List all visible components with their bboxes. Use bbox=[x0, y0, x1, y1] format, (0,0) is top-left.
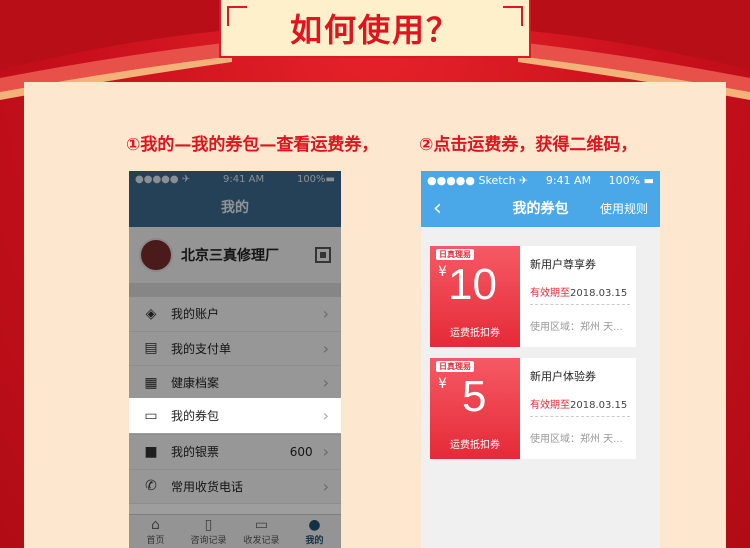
chevron-right-icon: › bbox=[322, 442, 329, 462]
status-bar: ●●●●● Sketch ✈ 9:41 AM 100% ▬ bbox=[421, 171, 660, 189]
coupon-card[interactable]: 日真理易 ¥ 10 运费抵扣券 新用户尊享券 有效期至2018.03.15 使用… bbox=[430, 246, 636, 347]
coupon-type: 运费抵扣券 bbox=[450, 440, 500, 451]
step2-instruction: ②点击运费券，获得二维码， bbox=[419, 135, 638, 155]
menu-item-silver-ticket[interactable]: ■ 我的银票 600 › bbox=[129, 435, 341, 470]
coupon-type: 运费抵扣券 bbox=[450, 328, 500, 339]
coupon-card[interactable]: 日真理易 ¥ 5 运费抵扣券 新用户体验券 有效期至2018.03.15 使用区… bbox=[430, 358, 636, 459]
expiry-label: 有效期至 bbox=[530, 288, 570, 299]
shipping-record-icon: ▭ bbox=[254, 517, 269, 533]
coupon-amount: 5 bbox=[462, 372, 487, 421]
tab-mine[interactable]: ● 我的 bbox=[288, 515, 341, 548]
qr-code-icon[interactable] bbox=[315, 247, 331, 263]
chevron-right-icon: › bbox=[322, 338, 329, 358]
tab-label: 收发记录 bbox=[243, 536, 280, 546]
step1-instruction: ①我的—我的券包—查看运费券， bbox=[126, 135, 379, 155]
coupon-area: 使用区域：郑州 天... bbox=[530, 322, 623, 333]
status-bar: ●●●●● ✈ 9:41 AM 100%▬ bbox=[129, 171, 341, 187]
health-file-icon: ▦ bbox=[144, 374, 158, 391]
expiry-date: 2018.03.15 bbox=[570, 400, 628, 411]
coupon-value-panel: 日真理易 ¥ 5 运费抵扣券 bbox=[430, 358, 520, 459]
divider bbox=[530, 304, 630, 305]
coupon-info: 新用户尊享券 有效期至2018.03.15 使用区域：郑州 天... bbox=[520, 246, 636, 347]
tab-home[interactable]: ⌂ 首页 bbox=[129, 515, 182, 548]
carrier-signal: ●●●●● ✈ bbox=[135, 173, 191, 185]
brand-logo: 日真理易 bbox=[436, 361, 474, 372]
nav-title: 我的 bbox=[221, 200, 249, 216]
coupon-area: 使用区域：郑州 天... bbox=[530, 434, 623, 445]
silver-ticket-count: 600 bbox=[289, 444, 313, 459]
menu-item-label: 我的账户 bbox=[171, 307, 220, 322]
coupon-name: 新用户尊享券 bbox=[530, 258, 596, 271]
tab-label: 我的 bbox=[305, 536, 324, 546]
tab-label: 咨询记录 bbox=[190, 536, 227, 546]
section-divider bbox=[129, 283, 341, 297]
phone-screenshot-mine: ●●●●● ✈ 9:41 AM 100%▬ 我的 北京三真修理厂 ◈ 我的账户 … bbox=[129, 171, 341, 548]
menu-item-payments[interactable]: ▤ 我的支付单 › bbox=[129, 331, 341, 366]
nav-bar: 我的 bbox=[129, 187, 341, 227]
chevron-right-icon: › bbox=[322, 406, 329, 425]
profile-name: 北京三真修理厂 bbox=[181, 248, 279, 264]
page-title: 如何使用？ bbox=[289, 11, 460, 49]
expiry-date: 2018.03.15 bbox=[570, 288, 628, 299]
chevron-right-icon: › bbox=[322, 476, 329, 496]
tab-label: 首页 bbox=[146, 536, 165, 546]
tab-consult-record[interactable]: ▯ 咨询记录 bbox=[182, 515, 235, 548]
expiry-label: 有效期至 bbox=[530, 400, 570, 411]
carrier-signal: ●●●●● Sketch ✈ bbox=[427, 173, 529, 187]
menu-item-account[interactable]: ◈ 我的账户 › bbox=[129, 297, 341, 332]
menu-item-label: 我的券包 bbox=[171, 409, 220, 423]
menu-item-label: 我的支付单 bbox=[171, 341, 232, 356]
profile-card[interactable]: 北京三真修理厂 bbox=[129, 227, 341, 283]
menu-item-label: 常用收货电话 bbox=[171, 479, 244, 494]
coupon-expiry: 有效期至2018.03.15 bbox=[530, 284, 628, 299]
phone-icon: ✆ bbox=[145, 478, 157, 495]
consult-record-icon: ▯ bbox=[204, 517, 213, 533]
coupon-name: 新用户体验券 bbox=[530, 370, 596, 383]
status-time: 9:41 AM bbox=[545, 173, 592, 187]
nav-bar: ‹ 我的券包 使用规则 bbox=[421, 189, 660, 227]
battery-status: 100%▬ bbox=[296, 173, 335, 185]
title-banner: 如何使用？ bbox=[219, 0, 531, 58]
phone-screenshot-coupons: ●●●●● Sketch ✈ 9:41 AM 100% ▬ ‹ 我的券包 使用规… bbox=[421, 171, 660, 548]
status-time: 9:41 AM bbox=[223, 173, 265, 185]
bill-icon: ▤ bbox=[144, 340, 158, 357]
coupon-value-panel: 日真理易 ¥ 10 运费抵扣券 bbox=[430, 246, 520, 347]
tab-shipping-record[interactable]: ▭ 收发记录 bbox=[235, 515, 288, 548]
coupon-amount: 10 bbox=[448, 260, 497, 309]
avatar bbox=[139, 238, 173, 272]
mine-icon: ● bbox=[308, 517, 321, 533]
menu-item-coupons[interactable]: ▭ 我的券包 › bbox=[129, 398, 341, 433]
yen-symbol: ¥ bbox=[438, 264, 447, 280]
divider bbox=[530, 416, 630, 417]
yen-symbol: ¥ bbox=[438, 376, 447, 392]
menu-item-health-file[interactable]: ▦ 健康档案 › bbox=[129, 366, 341, 401]
menu-item-phone[interactable]: ✆ 常用收货电话 › bbox=[129, 469, 341, 504]
chevron-right-icon: › bbox=[322, 304, 329, 324]
battery-status: 100% ▬ bbox=[608, 173, 654, 187]
tab-bar: ⌂ 首页 ▯ 咨询记录 ▭ 收发记录 ● 我的 bbox=[129, 514, 341, 548]
brand-logo: 日真理易 bbox=[436, 249, 474, 260]
usage-rules-link[interactable]: 使用规则 bbox=[600, 200, 648, 217]
chevron-right-icon: › bbox=[322, 373, 329, 393]
menu-item-label: 我的银票 bbox=[171, 445, 220, 460]
wallet-icon: ◈ bbox=[145, 305, 157, 322]
menu-item-label: 健康档案 bbox=[171, 376, 220, 391]
coupon-icon: ▭ bbox=[144, 407, 158, 424]
silver-ticket-icon: ■ bbox=[144, 443, 158, 460]
coupon-info: 新用户体验券 有效期至2018.03.15 使用区域：郑州 天... bbox=[520, 358, 636, 459]
home-icon: ⌂ bbox=[151, 517, 160, 533]
coupon-expiry: 有效期至2018.03.15 bbox=[530, 396, 628, 411]
